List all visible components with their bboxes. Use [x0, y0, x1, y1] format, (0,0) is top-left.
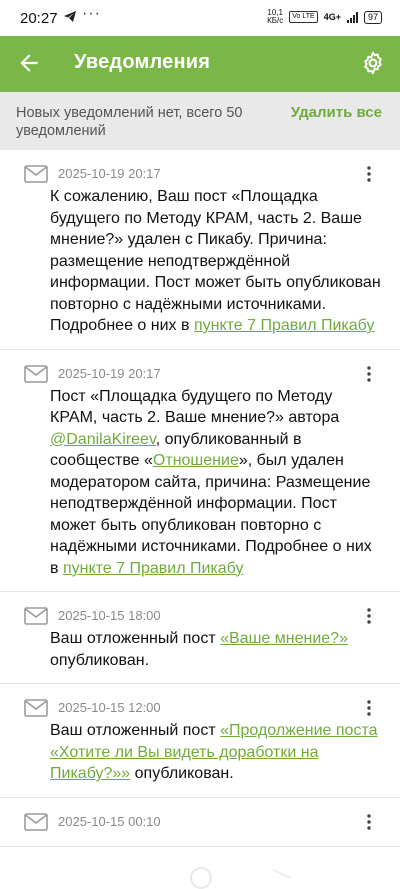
notification-item[interactable]: 2025-10-19 20:17 Пост «Площадка будущего … [0, 350, 400, 592]
notifications-summary: Новых уведомлений нет, всего 50 уведомле… [16, 105, 243, 139]
notification-date: 2025-10-15 18:00 [58, 608, 161, 623]
network-speed: 10,1 КБ/с [267, 8, 284, 25]
notification-text: Ваш отложенный пост «Продолжение поста «… [50, 720, 382, 785]
status-bar: 20:27 ··· 10,1 КБ/с Vo LTE 4G+ 97 [0, 0, 400, 36]
notification-text: Пост «Площадка будущего по Методу КРАМ, … [50, 386, 382, 580]
volte-icon: Vo LTE [289, 11, 318, 23]
status-time: 20:27 [20, 10, 58, 27]
settings-button[interactable] [360, 50, 386, 76]
gear-icon [364, 51, 382, 75]
notification-text-segment: Ваш отложенный пост [50, 722, 221, 739]
envelope-icon [24, 812, 48, 831]
home-gesture-icon [190, 867, 212, 889]
notification-item[interactable]: 2025-10-19 20:17 К сожалению, Ваш пост «П… [0, 150, 400, 350]
more-vert-icon[interactable] [366, 700, 372, 716]
notification-item[interactable]: 2025-10-15 18:00 Ваш отложенный пост «Ваш… [0, 592, 400, 684]
notification-text-segment: », был удален модератором сайта, причина… [50, 452, 372, 577]
envelope-icon [24, 364, 48, 383]
notification-link[interactable]: пункте 7 Правил Пикабу [63, 560, 244, 577]
notification-date: 2025-10-19 20:17 [58, 365, 161, 381]
arrow-left-icon [20, 54, 38, 72]
notification-date: 2025-10-15 12:00 [58, 700, 161, 715]
notification-list: 2025-10-19 20:17 К сожалению, Ваш пост «П… [0, 150, 400, 847]
notification-link[interactable]: @DanilaKireev [50, 431, 156, 448]
more-vert-icon[interactable] [366, 365, 372, 382]
status-right: 10,1 КБ/с Vo LTE 4G+ 97 [267, 9, 382, 25]
more-vert-icon[interactable] [366, 166, 372, 182]
network-type: 4G+ [323, 12, 341, 22]
notification-text-segment: опубликован. [50, 651, 150, 669]
delete-all-button[interactable]: Удалить все [291, 104, 382, 121]
envelope-icon [24, 699, 48, 717]
envelope-icon [24, 607, 48, 625]
nav-gesture-bar [0, 867, 400, 889]
back-button[interactable] [16, 50, 42, 76]
notification-link[interactable]: пункте 7 Правил Пикабу [194, 317, 375, 334]
more-vert-icon[interactable] [366, 813, 372, 830]
back-gesture-icon [272, 868, 292, 880]
battery-icon: 97 [363, 10, 382, 24]
notification-link[interactable]: Отношение [153, 452, 239, 469]
notification-text: К сожалению, Ваш пост «Площадка будущего… [50, 186, 382, 337]
telegram-icon [63, 10, 77, 26]
app-bar: Уведомления [0, 36, 400, 92]
notification-text-segment: опубликован. [130, 765, 234, 782]
more-vert-icon[interactable] [366, 608, 372, 624]
notification-text-segment: Пост «Площадка будущего по Методу КРАМ, … [50, 387, 340, 427]
notification-date: 2025-10-19 20:17 [58, 166, 161, 181]
notification-date: 2025-10-15 00:10 [58, 813, 161, 829]
notification-item[interactable]: 2025-10-15 00:10 [0, 798, 400, 847]
page-title: Уведомления [74, 51, 211, 73]
info-bar: Новых уведомлений нет, всего 50 уведомле… [0, 92, 400, 150]
notification-text-segment: Ваш отложенный пост [50, 630, 221, 647]
notification-item[interactable]: 2025-10-15 12:00 Ваш отложенный пост «Про… [0, 684, 400, 798]
envelope-icon [24, 165, 48, 183]
notification-link[interactable]: «Ваше мнение?» [220, 630, 348, 647]
more-notifications-icon: ··· [82, 5, 101, 22]
notification-text: Ваш отложенный пост «Ваше мнение?» опубл… [50, 628, 382, 671]
notification-text-segment: К сожалению, Ваш пост «Площадка будущего… [50, 188, 381, 334]
signal-icon [346, 11, 358, 23]
